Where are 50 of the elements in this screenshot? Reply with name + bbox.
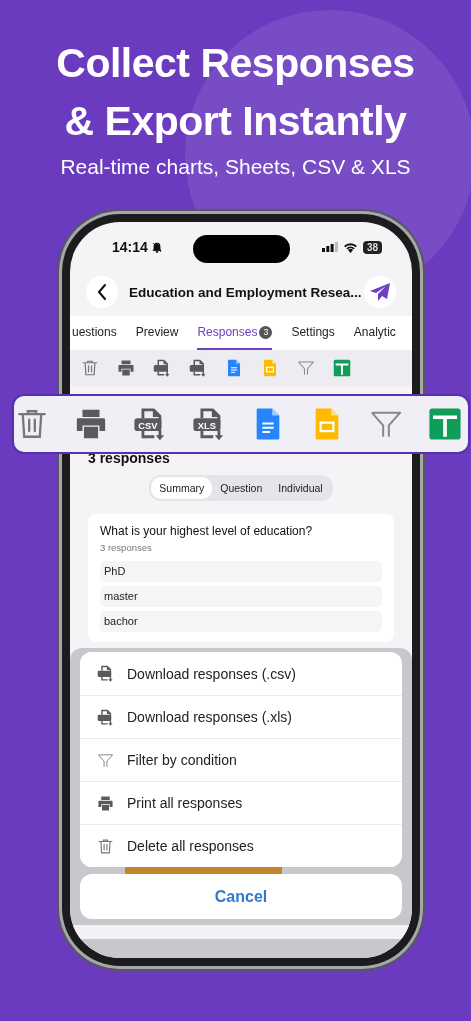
signal-icon — [321, 242, 338, 252]
document-icon[interactable] — [225, 359, 243, 377]
printer-icon — [97, 794, 114, 812]
tab[interactable]: uestions — [72, 316, 117, 350]
answer-row: PhD — [100, 561, 382, 582]
xls-download-icon — [97, 708, 114, 726]
status-time: 14:14 — [112, 239, 148, 255]
menu-item-label: Download responses (.xls) — [127, 709, 292, 725]
spreadsheet-icon[interactable] — [428, 407, 462, 441]
subtitle: Real-time charts, Sheets, CSV & XLS — [60, 154, 411, 180]
cancel-button[interactable]: Cancel — [80, 874, 402, 919]
tab[interactable]: Analytic — [353, 316, 396, 350]
view-option[interactable]: Summary — [151, 477, 213, 499]
filter-icon[interactable] — [297, 359, 315, 377]
battery-level: 38 — [362, 240, 382, 254]
answer-row: master — [100, 586, 382, 607]
tab[interactable]: Preview — [135, 316, 179, 350]
trash-icon[interactable] — [81, 359, 99, 377]
filter-icon — [97, 751, 114, 769]
xls-download-icon[interactable] — [189, 359, 207, 377]
answer-row: bachor — [100, 611, 382, 632]
view-option[interactable]: Question — [212, 477, 271, 499]
trash-icon — [97, 837, 114, 855]
form-title: Education and Employment Resea... — [129, 284, 363, 300]
paper-plane-icon — [370, 283, 390, 301]
view-option[interactable]: Individual — [270, 477, 331, 499]
headline: Collect Responses — [56, 39, 415, 88]
csv-download-icon[interactable] — [153, 359, 171, 377]
menu-item-label: Delete all responses — [127, 838, 254, 854]
question-text: What is your highest level of education? — [100, 524, 314, 538]
response-count: 3 responses — [100, 542, 153, 553]
printer-icon[interactable] — [117, 359, 135, 377]
spreadsheet-icon[interactable] — [333, 359, 351, 377]
count-badge: 3 — [259, 325, 273, 339]
back-button[interactable] — [86, 276, 118, 308]
file-type-label: CSV — [138, 420, 158, 431]
menu-item-label: Download responses (.csv) — [127, 665, 296, 682]
wifi-icon — [342, 241, 358, 253]
menu-item-label: Print all responses — [127, 795, 243, 811]
tab[interactable]: Settings — [291, 316, 335, 350]
back-icon — [97, 284, 107, 300]
csv-download-icon — [97, 665, 114, 682]
send-button[interactable] — [364, 276, 396, 308]
trash-icon[interactable] — [15, 407, 49, 441]
headline: & Export Instantly — [64, 97, 407, 146]
printer-icon[interactable] — [74, 407, 108, 441]
menu-item[interactable]: Delete all responses — [80, 824, 402, 867]
menu-item-label: Filter by condition — [127, 752, 237, 768]
file-type-label: XLS — [197, 420, 216, 431]
muted-bell-icon — [151, 241, 162, 253]
